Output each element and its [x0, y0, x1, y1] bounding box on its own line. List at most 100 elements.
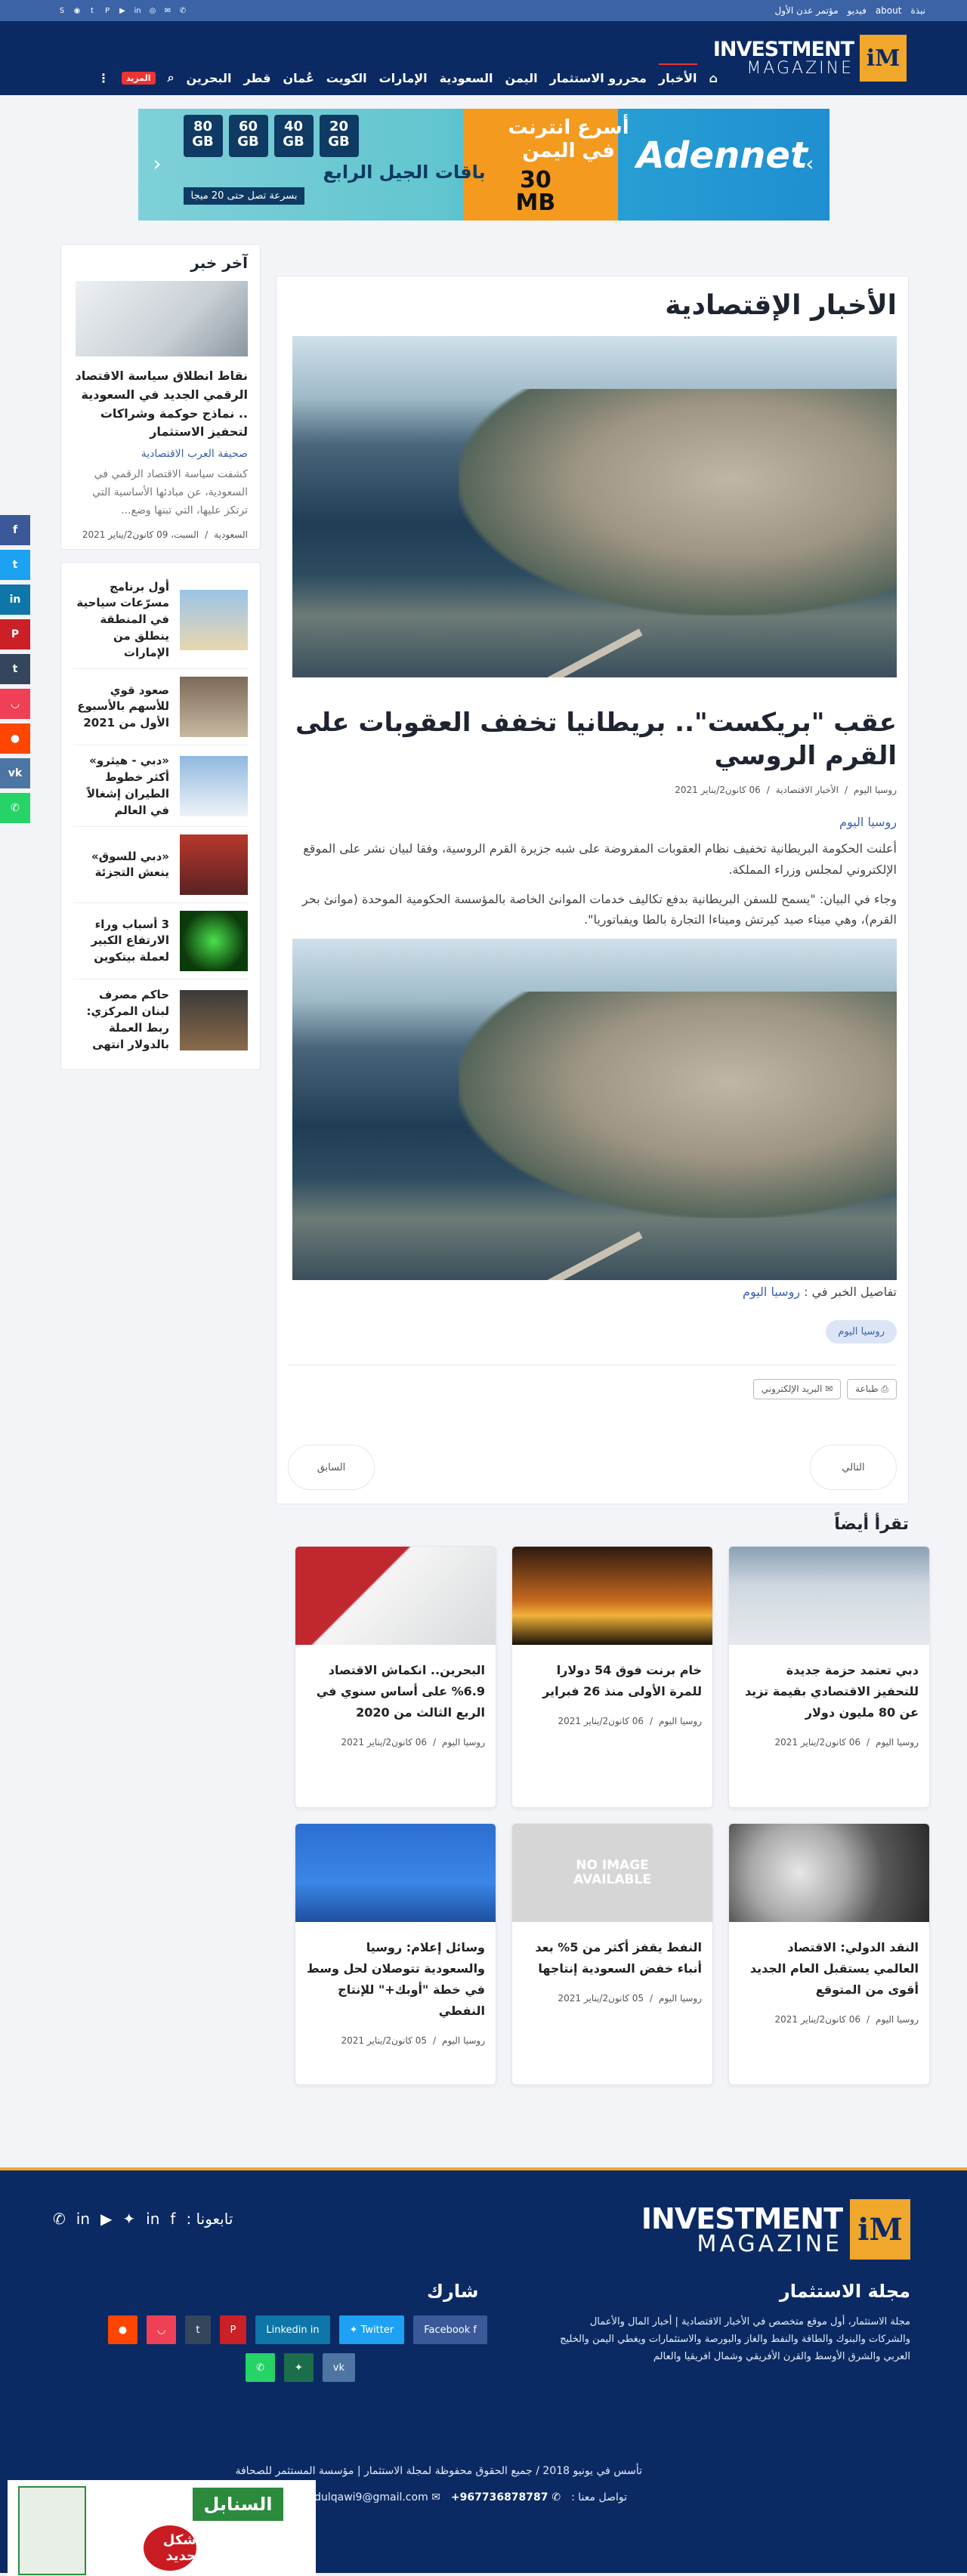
linkedin-icon-2[interactable]: in	[76, 2210, 90, 2228]
top-link-about-ar[interactable]: نبذة	[910, 5, 925, 16]
related-card[interactable]: دبي تعتمد حزمة جديدة للتحفيز الاقتصادي ب…	[728, 1546, 930, 1809]
nav-qatar[interactable]: قطر	[243, 71, 270, 85]
menu-dots-icon[interactable]: ⋮	[97, 71, 110, 85]
linkedin-icon[interactable]: in	[132, 5, 143, 16]
facebook-share-button[interactable]: Facebook f	[413, 2315, 487, 2344]
linkedin-share-button[interactable]: Linkedin in	[255, 2315, 330, 2344]
related-card[interactable]: البحرين.. انكماش الاقتصاد 6.9% على أساس …	[295, 1546, 496, 1809]
related-card[interactable]: النقد الدولي: الاقتصاد العالمي يستقبل ال…	[728, 1823, 930, 2086]
top-link-about[interactable]: about	[876, 5, 902, 16]
related-title-text[interactable]: البحرين.. انكماش الاقتصاد 6.9% على أساس …	[295, 1645, 496, 1723]
whatsapp-icon[interactable]: ✆	[178, 5, 188, 16]
nav-saudi[interactable]: السعودية	[440, 71, 493, 85]
youtube-icon[interactable]: ▶	[117, 5, 128, 16]
reddit-icon[interactable]: ●	[0, 723, 30, 754]
related-title-text[interactable]: خام برنت فوق 54 دولارا للمرة الأولى منذ …	[512, 1645, 712, 1702]
skype-icon[interactable]: S	[57, 5, 67, 16]
phone-number[interactable]: ✆ +967736878787	[451, 2491, 561, 2504]
next-article-button[interactable]: التالي	[810, 1445, 897, 1491]
article-tag[interactable]: روسيا اليوم	[826, 1320, 897, 1344]
related-card[interactable]: خام برنت فوق 54 دولارا للمرة الأولى منذ …	[511, 1546, 713, 1809]
top-link-video[interactable]: فيديو	[848, 5, 867, 16]
pinterest-icon[interactable]: P	[102, 5, 113, 16]
twitter-icon[interactable]: ✦	[122, 2210, 135, 2228]
list-item[interactable]: صعود قوي للأسهم بالأسبوع الأول من 2021	[73, 669, 248, 746]
article-category[interactable]: الأخبار الاقتصادية	[776, 785, 839, 795]
list-item[interactable]: «دبي - هيثرو» أكثر خطوط الطيران إشغالاً …	[73, 745, 248, 828]
related-title-text[interactable]: النفط يقفز أكثر من 5% بعد أنباء خفض السع…	[512, 1922, 712, 1979]
xing-share-button[interactable]: ✦	[283, 2353, 314, 2382]
list-title[interactable]: حاكم مصرف لبنان المركزي: ربط العملة بالد…	[73, 987, 170, 1053]
reddit-share-button[interactable]: ●	[107, 2315, 138, 2344]
site-logo[interactable]: iM INVESTMENT MAGAZINE	[713, 35, 907, 82]
contact-email[interactable]: ✉ abdulqawi9@gmail.com	[301, 2491, 440, 2504]
featured-title[interactable]: نقاط انطلاق سياسة الاقتصاد الرقمي الجديد…	[73, 367, 249, 442]
pinterest-icon[interactable]: P	[0, 619, 30, 649]
nav-news[interactable]: الأخبار	[658, 63, 697, 85]
print-button[interactable]: ⎙ طباعة	[847, 1379, 897, 1400]
nav-oman[interactable]: عُمان	[283, 71, 314, 85]
whatsapp-icon[interactable]: ✆	[53, 2210, 66, 2228]
pocket-share-button[interactable]: ◡	[147, 2315, 177, 2344]
list-title[interactable]: أول برنامج مسرّعات سياحية في المنطقة ينط…	[73, 579, 169, 662]
related-card[interactable]: NO IMAGE AVAILABLE النفط يقفز أكثر من 5%…	[511, 1823, 713, 2086]
related-title-text[interactable]: دبي تعتمد حزمة جديدة للتحفيز الاقتصادي ب…	[729, 1645, 929, 1723]
list-title[interactable]: «دبي للسوق» ينعش التجزئة	[73, 849, 169, 882]
nav-yemen[interactable]: اليمن	[505, 71, 537, 85]
footer-ad-banner[interactable]: السنابل شكل جديد	[8, 2480, 316, 2576]
main-content: الأخبار الإقتصادية عقب "بريكست".. بريطان…	[276, 276, 930, 2086]
related-card[interactable]: وسائل إعلام: روسيا والسعودية تتوصلان لحل…	[295, 1823, 496, 2086]
youtube-icon[interactable]: ▶	[100, 2210, 112, 2228]
banner-next-arrow-icon[interactable]: ›	[805, 151, 814, 176]
vk-icon[interactable]: vk	[0, 758, 30, 788]
list-title[interactable]: صعود قوي للأسهم بالأسبوع الأول من 2021	[73, 683, 169, 732]
ad-banner[interactable]: 20 GB 40 GB 60 GB 80 GB باقات الجيل الرا…	[137, 109, 830, 221]
email-button[interactable]: ✉ البريد الإلكتروني	[752, 1379, 842, 1400]
pinterest-share-button[interactable]: P	[219, 2315, 247, 2344]
list-title[interactable]: «دبي - هيثرو» أكثر خطوط الطيران إشغالاً …	[73, 753, 169, 819]
nav-bahrain[interactable]: البحرين	[187, 71, 232, 85]
tumblr-share-button[interactable]: t	[185, 2315, 211, 2344]
email-icon: ✉	[822, 1384, 833, 1395]
whatsapp-share-button[interactable]: ✆	[245, 2353, 275, 2382]
pocket-icon[interactable]: ◡	[0, 689, 30, 719]
top-link-conference[interactable]: مؤتمر عدن الأول	[775, 5, 839, 16]
tumblr-icon[interactable]: t	[0, 654, 30, 684]
search-icon[interactable]: ⌕	[168, 70, 175, 85]
list-item[interactable]: «دبي للسوق» ينعش التجزئة	[73, 827, 248, 904]
linkedin-icon[interactable]: in	[146, 2210, 159, 2228]
instagram-icon[interactable]: ◎	[147, 5, 158, 16]
article-source-link[interactable]: روسيا اليوم	[288, 815, 897, 829]
featured-image[interactable]	[76, 281, 248, 356]
email-icon[interactable]: ✉	[162, 5, 173, 16]
nav-kuwait[interactable]: الكويت	[326, 71, 367, 85]
list-item[interactable]: 3 أسباب وراء الارتفاع الكبير لعملة بيتكو…	[73, 903, 248, 980]
twitter-share-button[interactable]: Twitter ✦	[338, 2315, 405, 2344]
home-icon[interactable]: ⌂	[709, 71, 718, 85]
vk-share-button[interactable]: vk	[322, 2353, 355, 2382]
footer-logo[interactable]: iM INVESTMENT MAGAZINE	[641, 2199, 910, 2260]
article-source[interactable]: روسيا اليوم	[854, 785, 897, 795]
facebook-icon[interactable]: f	[170, 2210, 175, 2228]
rss-icon[interactable]: ◉	[72, 5, 82, 16]
no-image-label: NO IMAGE AVAILABLE	[573, 1858, 651, 1888]
related-title-text[interactable]: النقد الدولي: الاقتصاد العالمي يستقبل ال…	[729, 1922, 929, 2001]
article-headline: عقب "بريكست".. بريطانيا تخفف العقوبات عل…	[295, 708, 897, 772]
whatsapp-icon[interactable]: ✆	[0, 793, 30, 823]
details-link[interactable]: روسيا اليوم	[743, 1285, 800, 1299]
related-title-text[interactable]: وسائل إعلام: روسيا والسعودية تتوصلان لحل…	[295, 1922, 496, 2022]
twitter-icon[interactable]: t	[0, 550, 30, 580]
prev-article-button[interactable]: السابق	[288, 1445, 375, 1491]
featured-source[interactable]: صحيفة العرب الاقتصادية	[73, 448, 248, 460]
list-item[interactable]: حاكم مصرف لبنان المركزي: ربط العملة بالد…	[73, 979, 248, 1060]
list-title[interactable]: 3 أسباب وراء الارتفاع الكبير لعملة بيتكو…	[73, 917, 169, 966]
article-photo-2	[292, 939, 897, 1281]
nav-uae[interactable]: الإمارات	[379, 71, 428, 85]
list-item[interactable]: أول برنامج مسرّعات سياحية في المنطقة ينط…	[73, 572, 248, 670]
nav-editors[interactable]: محررو الاستثمار	[550, 71, 647, 85]
nav-more-button[interactable]: المزيد	[121, 71, 156, 85]
banner-prev-arrow-icon[interactable]: ‹	[153, 151, 162, 176]
facebook-icon[interactable]: f	[0, 515, 30, 545]
twitter-icon[interactable]: t	[87, 5, 97, 16]
linkedin-icon[interactable]: in	[0, 585, 30, 615]
